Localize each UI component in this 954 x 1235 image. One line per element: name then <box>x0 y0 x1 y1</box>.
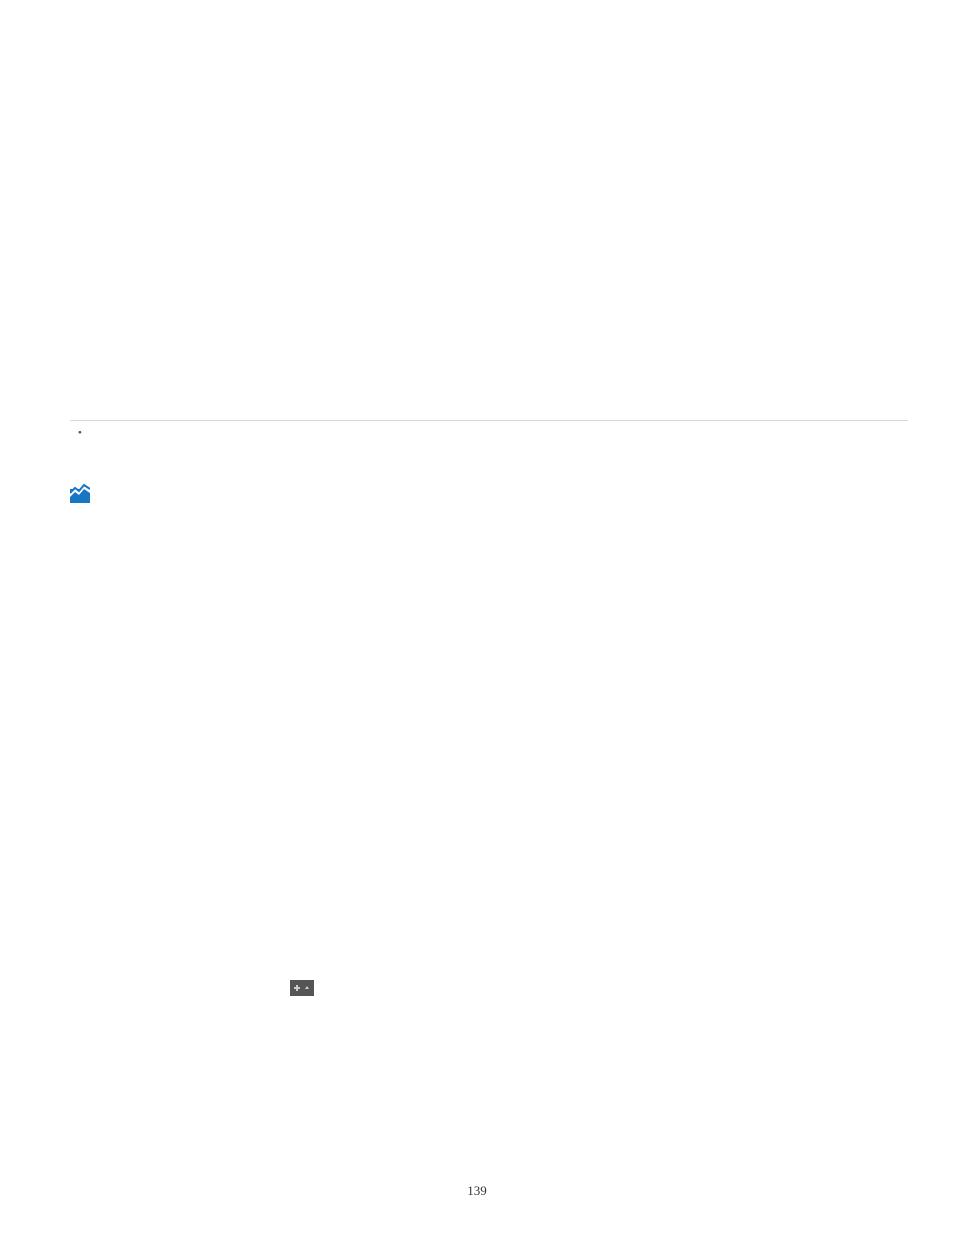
section-divider <box>70 420 908 421</box>
page-number: 139 <box>467 1183 487 1199</box>
chart-icon <box>70 483 90 503</box>
gamepad-icon <box>290 980 314 996</box>
page-content <box>0 0 954 503</box>
